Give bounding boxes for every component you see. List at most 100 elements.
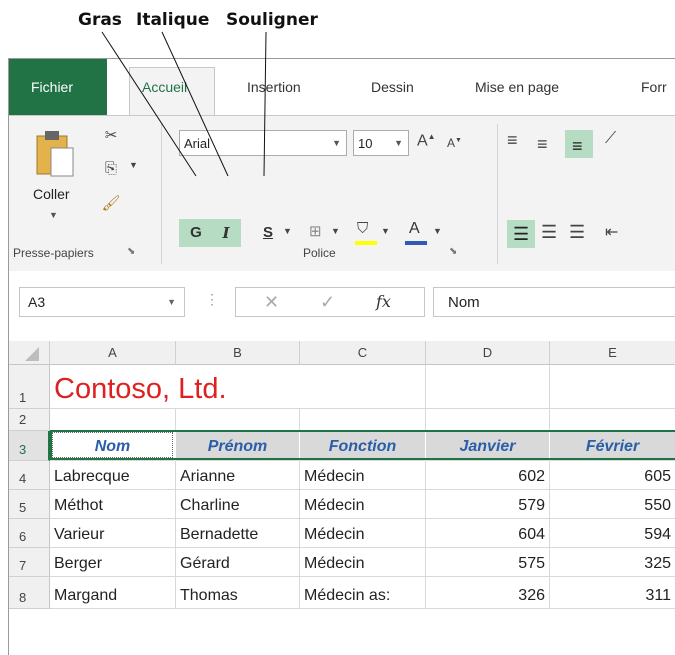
- row-header-7[interactable]: 7: [9, 548, 50, 577]
- table-cell[interactable]: Charline: [176, 490, 300, 519]
- font-color-dropdown-icon[interactable]: ▼: [433, 226, 442, 236]
- table-cell[interactable]: Médecin: [300, 519, 426, 548]
- borders-dropdown-icon[interactable]: ▼: [331, 226, 340, 236]
- cut-icon[interactable]: ✂: [99, 126, 123, 144]
- column-header-d[interactable]: D: [426, 341, 550, 365]
- table-cell[interactable]: 311: [550, 577, 675, 609]
- name-box[interactable]: A3 ▼: [19, 287, 185, 317]
- paste-button[interactable]: Coller ▼: [27, 128, 81, 228]
- font-size-select[interactable]: 10 ▼: [353, 130, 409, 156]
- underline-dropdown-icon[interactable]: ▼: [283, 226, 292, 236]
- name-box-value: A3: [28, 294, 46, 310]
- table-cell[interactable]: Varieur: [50, 519, 176, 548]
- align-left-icon[interactable]: ☰: [507, 220, 535, 248]
- row-header-6[interactable]: 6: [9, 519, 50, 548]
- row-header-5[interactable]: 5: [9, 490, 50, 519]
- table-cell[interactable]: 550: [550, 490, 675, 519]
- row-header-1[interactable]: 1: [9, 365, 50, 409]
- copy-icon[interactable]: ⎘: [99, 160, 123, 177]
- cell-d1[interactable]: [426, 365, 550, 409]
- tab-file[interactable]: Fichier: [9, 59, 107, 115]
- cell-b3[interactable]: Prénom: [176, 431, 300, 461]
- insert-function-icon[interactable]: fx: [376, 292, 391, 311]
- cell-b2[interactable]: [176, 409, 300, 431]
- cell-d3[interactable]: Janvier: [426, 431, 550, 461]
- cell-a2[interactable]: [50, 409, 176, 431]
- tab-formulas[interactable]: Forr: [641, 79, 667, 95]
- underline-button[interactable]: S: [255, 219, 281, 247]
- group-separator: [497, 124, 498, 264]
- format-painter-icon[interactable]: 🖌: [99, 194, 123, 212]
- table-cell[interactable]: Gérard: [176, 548, 300, 577]
- cell-a3-active[interactable]: Nom: [50, 431, 176, 461]
- column-header-e[interactable]: E: [550, 341, 675, 365]
- dialog-launcher-icon[interactable]: ⬊: [449, 246, 457, 257]
- table-cell[interactable]: 604: [426, 519, 550, 548]
- cell-c2[interactable]: [300, 409, 426, 431]
- row-header-8[interactable]: 8: [9, 577, 50, 609]
- table-cell[interactable]: Médecin: [300, 461, 426, 490]
- borders-icon[interactable]: ⊞: [309, 222, 322, 240]
- fill-color-icon[interactable]: ⛉: [353, 220, 379, 246]
- cell-d2[interactable]: [426, 409, 550, 431]
- tab-page-layout[interactable]: Mise en page: [475, 79, 559, 95]
- paste-label: Coller: [33, 186, 70, 202]
- formula-bar: A3 ▼ ⋮ ✕ ✓ fx Nom: [9, 271, 675, 339]
- cell-a1[interactable]: Contoso, Ltd.: [50, 365, 300, 409]
- orientation-icon[interactable]: ⟋: [605, 130, 616, 148]
- table-cell[interactable]: Margand: [50, 577, 176, 609]
- align-middle-icon[interactable]: ≡: [537, 134, 548, 155]
- table-cell[interactable]: Bernadette: [176, 519, 300, 548]
- table-cell[interactable]: 575: [426, 548, 550, 577]
- group-separator: [161, 124, 162, 264]
- tab-insert[interactable]: Insertion: [247, 79, 301, 95]
- tab-draw[interactable]: Dessin: [371, 79, 414, 95]
- italic-button[interactable]: I: [213, 219, 239, 247]
- decrease-indent-icon[interactable]: ⇤: [605, 222, 618, 242]
- sheet-title: Contoso, Ltd.: [54, 373, 227, 405]
- cancel-icon[interactable]: ✕: [264, 292, 279, 313]
- align-center-icon[interactable]: ☰: [541, 222, 557, 243]
- cell-c3[interactable]: Fonction: [300, 431, 426, 461]
- cell-e3[interactable]: Février: [550, 431, 675, 461]
- bold-button[interactable]: G: [183, 219, 209, 247]
- dialog-launcher-icon[interactable]: ⬊: [127, 246, 135, 257]
- cell-e1[interactable]: [550, 365, 675, 409]
- table-cell[interactable]: Médecin as:: [300, 577, 426, 609]
- table-cell[interactable]: Médecin: [300, 548, 426, 577]
- align-top-icon[interactable]: ≡: [507, 130, 518, 151]
- font-color-icon[interactable]: A: [403, 220, 429, 246]
- table-cell[interactable]: 325: [550, 548, 675, 577]
- table-cell[interactable]: Méthot: [50, 490, 176, 519]
- font-name-select[interactable]: Arial ▼: [179, 130, 347, 156]
- table-cell[interactable]: Berger: [50, 548, 176, 577]
- table-cell[interactable]: 602: [426, 461, 550, 490]
- tab-home[interactable]: Accueil: [129, 67, 215, 115]
- cell-c1[interactable]: [300, 365, 426, 409]
- row-header-4[interactable]: 4: [9, 461, 50, 490]
- row-header-2[interactable]: 2: [9, 409, 50, 431]
- table-cell[interactable]: Labrecque: [50, 461, 176, 490]
- table-cell[interactable]: 579: [426, 490, 550, 519]
- table-cell[interactable]: Arianne: [176, 461, 300, 490]
- increase-font-size-icon[interactable]: A▲: [417, 132, 436, 150]
- row-header-3[interactable]: 3: [9, 431, 50, 461]
- copy-dropdown-icon[interactable]: ▼: [129, 160, 138, 170]
- column-header-a[interactable]: A: [50, 341, 176, 365]
- select-all-corner[interactable]: [9, 341, 50, 365]
- table-cell[interactable]: Thomas: [176, 577, 300, 609]
- column-header-b[interactable]: B: [176, 341, 300, 365]
- enter-icon[interactable]: ✓: [320, 292, 335, 313]
- table-cell[interactable]: Médecin: [300, 490, 426, 519]
- cell-e2[interactable]: [550, 409, 675, 431]
- column-header-c[interactable]: C: [300, 341, 426, 365]
- formula-buttons: ✕ ✓ fx: [235, 287, 425, 317]
- decrease-font-size-icon[interactable]: A▼: [447, 136, 462, 150]
- align-bottom-icon[interactable]: ≡: [565, 130, 593, 158]
- table-cell[interactable]: 326: [426, 577, 550, 609]
- table-cell[interactable]: 605: [550, 461, 675, 490]
- table-cell[interactable]: 594: [550, 519, 675, 548]
- formula-input[interactable]: Nom: [433, 287, 675, 317]
- align-right-icon[interactable]: ☰: [569, 222, 585, 243]
- fill-color-dropdown-icon[interactable]: ▼: [381, 226, 390, 236]
